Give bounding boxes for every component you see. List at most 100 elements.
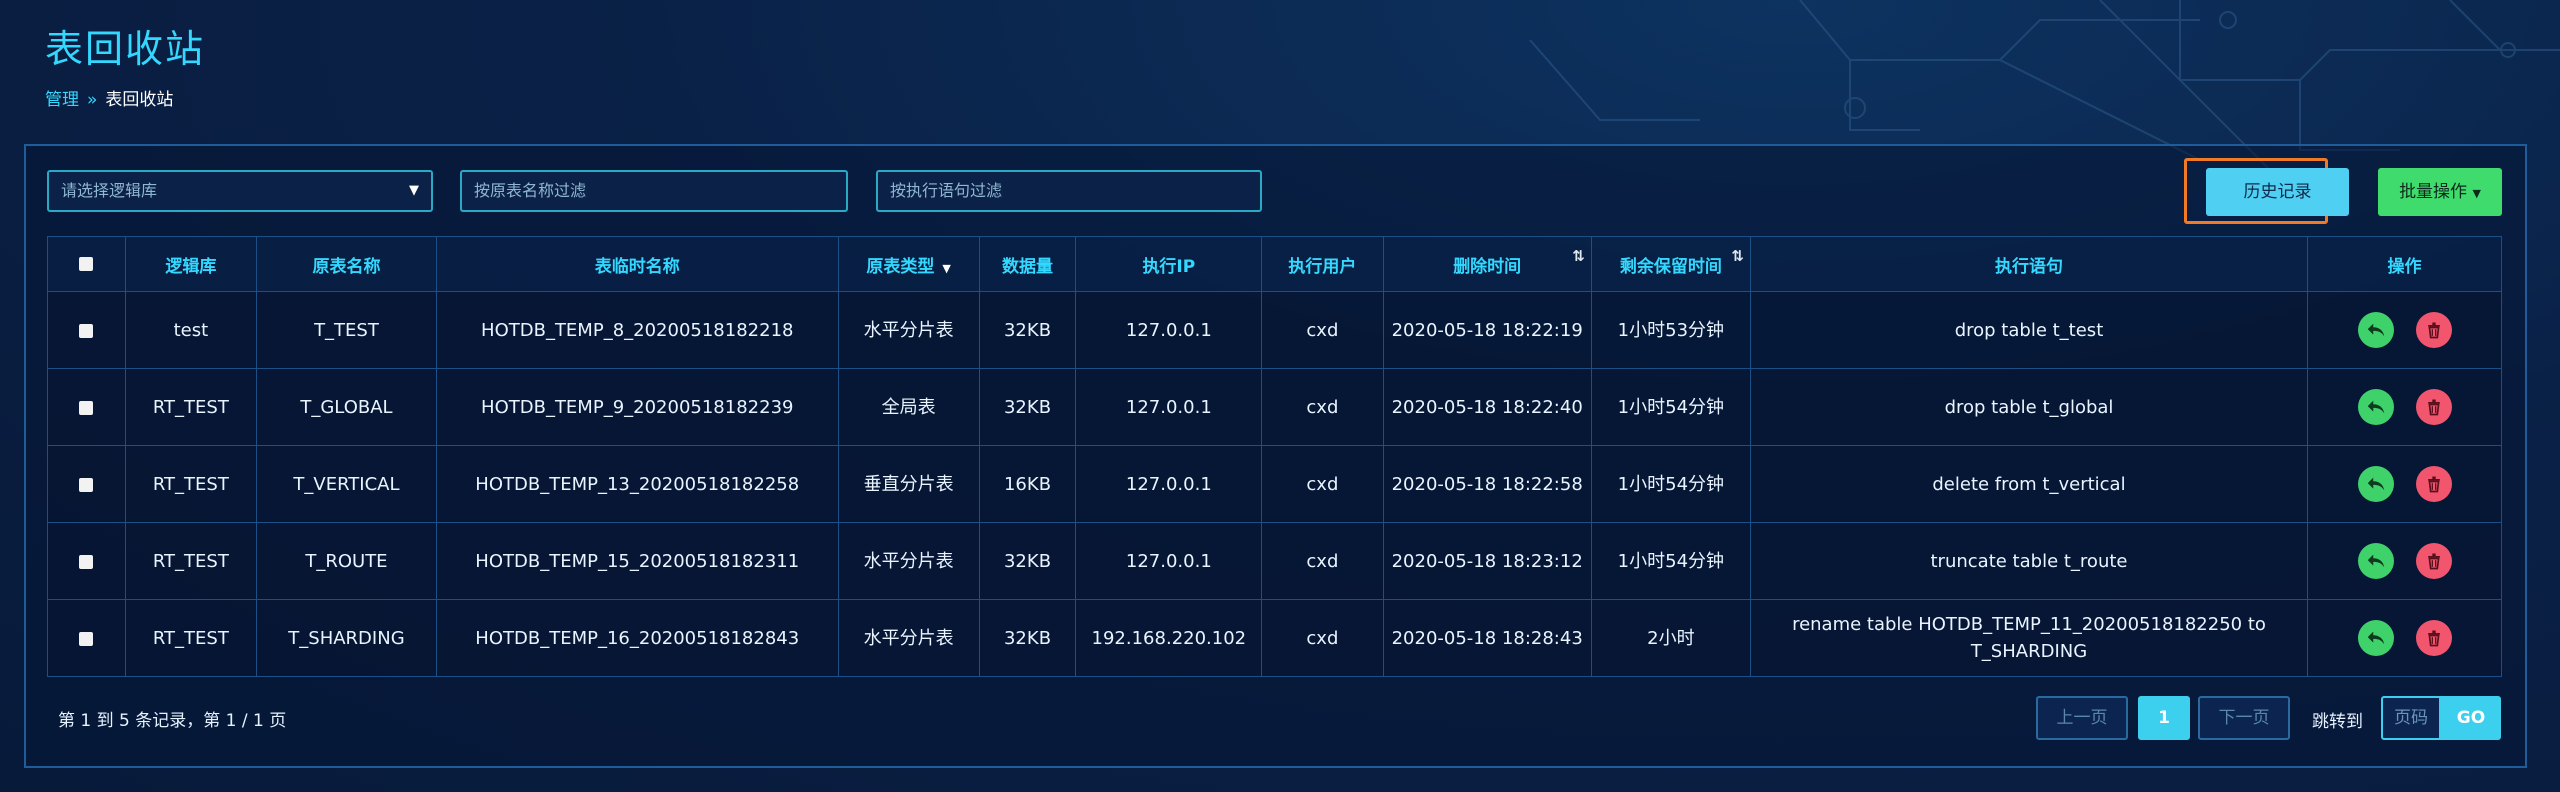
cell-orig-table: T_SHARDING	[256, 599, 437, 677]
delete-button[interactable]	[2415, 466, 2452, 502]
cell-remaining-time: 1小时54分钟	[1590, 522, 1751, 600]
table-row: RT_TEST T_GLOBAL HOTDB_TEMP_9_202005181822…	[47, 368, 2502, 446]
next-page-button[interactable]: 下一页	[2198, 696, 2290, 740]
cell-exec-ip: 127.0.0.1	[1075, 522, 1263, 600]
header-statement: 执行语句	[1749, 236, 2309, 292]
cell-exec-ip: 127.0.0.1	[1075, 291, 1263, 369]
cell-actions	[2307, 445, 2502, 523]
table-name-filter-input[interactable]: 按原表名称过滤	[460, 170, 848, 212]
delete-button[interactable]	[2415, 620, 2452, 656]
go-button[interactable]: GO	[2441, 696, 2501, 740]
row-checkbox[interactable]	[79, 323, 94, 338]
page-1-button[interactable]: 1	[2138, 696, 2190, 740]
chevron-down-icon: ▼	[409, 183, 419, 198]
cell-select[interactable]	[47, 599, 126, 677]
undo-icon	[2367, 323, 2384, 337]
cell-statement: truncate table t_route	[1749, 522, 2309, 600]
cell-select[interactable]	[47, 368, 126, 446]
statement-filter-placeholder: 按执行语句过滤	[890, 181, 1003, 200]
cell-select[interactable]	[47, 291, 126, 369]
delete-button[interactable]	[2415, 312, 2452, 348]
cell-select[interactable]	[47, 445, 126, 523]
cell-orig-table: T_ROUTE	[256, 522, 437, 600]
restore-button[interactable]	[2357, 466, 2394, 502]
header-table-type-label: 原表类型	[866, 256, 935, 277]
cell-temp-name: HOTDB_TEMP_15_20200518182311	[435, 522, 839, 600]
header-remaining-time-label: 剩余保留时间	[1619, 256, 1722, 277]
cell-table-type: 全局表	[837, 368, 980, 446]
caret-down-icon: ▼	[2472, 187, 2481, 200]
table-name-filter-placeholder: 按原表名称过滤	[474, 181, 587, 200]
row-checkbox[interactable]	[79, 554, 94, 569]
cell-select[interactable]	[47, 522, 126, 600]
cell-orig-table: T_GLOBAL	[256, 368, 437, 446]
cell-orig-table: T_VERTICAL	[256, 445, 437, 523]
statement-filter-input[interactable]: 按执行语句过滤	[876, 170, 1262, 212]
cell-exec-ip: 127.0.0.1	[1075, 368, 1263, 446]
table-header-row: 逻辑库 原表名称 表临时名称 原表类型 ▼ 数据量 执行IP 执行用户 删除时间 ⇅…	[47, 236, 2502, 292]
recycle-table: 逻辑库 原表名称 表临时名称 原表类型 ▼ 数据量 执行IP 执行用户 删除时间 ⇅…	[47, 236, 2502, 677]
table-row: RT_TEST T_VERTICAL HOTDB_TEMP_13_202005181…	[47, 445, 2502, 523]
row-checkbox[interactable]	[79, 400, 94, 415]
delete-button[interactable]	[2415, 389, 2452, 425]
undo-icon	[2367, 400, 2384, 414]
history-button[interactable]: 历史记录	[2206, 168, 2349, 216]
delete-button[interactable]	[2415, 543, 2452, 579]
row-checkbox[interactable]	[79, 477, 94, 492]
cell-logic-db: RT_TEST	[124, 522, 258, 600]
cell-statement: drop table t_test	[1749, 291, 2309, 369]
jump-to-label: 跳转到	[2312, 712, 2363, 732]
cell-statement: drop table t_global	[1749, 368, 2309, 446]
restore-button[interactable]	[2357, 312, 2394, 348]
cell-exec-user: cxd	[1261, 291, 1384, 369]
restore-button[interactable]	[2357, 389, 2394, 425]
cell-temp-name: HOTDB_TEMP_8_20200518182218	[435, 291, 839, 369]
cell-data-size: 32KB	[978, 291, 1077, 369]
cell-exec-ip: 192.168.220.102	[1075, 599, 1263, 677]
select-all-checkbox[interactable]	[79, 257, 94, 271]
cell-logic-db: RT_TEST	[124, 368, 258, 446]
cell-actions	[2307, 368, 2502, 446]
header-data-size: 数据量	[978, 236, 1077, 292]
cell-remaining-time: 1小时54分钟	[1590, 445, 1751, 523]
cell-delete-time: 2020-05-18 18:23:12	[1382, 522, 1592, 600]
cell-temp-name: HOTDB_TEMP_13_20200518182258	[435, 445, 839, 523]
logic-db-placeholder: 请选择逻辑库	[61, 181, 158, 200]
cell-actions	[2307, 291, 2502, 369]
cell-delete-time: 2020-05-18 18:22:19	[1382, 291, 1592, 369]
restore-button[interactable]	[2357, 620, 2394, 656]
batch-operation-button[interactable]: 批量操作 ▼	[2378, 168, 2502, 216]
row-checkbox[interactable]	[79, 631, 94, 646]
cell-orig-table: T_TEST	[256, 291, 437, 369]
batch-operation-label: 批量操作	[2399, 182, 2468, 202]
sort-icon[interactable]: ⇅	[1731, 247, 1744, 265]
header-select-all[interactable]	[47, 236, 126, 292]
page-number-input[interactable]: 页码	[2381, 696, 2441, 740]
header-remaining-time[interactable]: 剩余保留时间 ⇅	[1590, 236, 1751, 292]
trash-icon	[2427, 399, 2440, 416]
cell-exec-ip: 127.0.0.1	[1075, 445, 1263, 523]
logic-db-select[interactable]: 请选择逻辑库 ▼	[47, 170, 433, 212]
cell-table-type: 水平分片表	[837, 599, 980, 677]
cell-data-size: 16KB	[978, 445, 1077, 523]
cell-delete-time: 2020-05-18 18:28:43	[1382, 599, 1592, 677]
sort-icon[interactable]: ⇅	[1572, 247, 1585, 265]
record-summary: 第 1 到 5 条记录，第 1 / 1 页	[58, 711, 287, 731]
cell-temp-name: HOTDB_TEMP_16_20200518182843	[435, 599, 839, 677]
header-table-type[interactable]: 原表类型 ▼	[837, 236, 980, 292]
header-exec-user: 执行用户	[1261, 236, 1384, 292]
restore-button[interactable]	[2357, 543, 2394, 579]
cell-exec-user: cxd	[1261, 522, 1384, 600]
undo-icon	[2367, 631, 2384, 645]
breadcrumb-separator: »	[87, 90, 98, 110]
table-row: test T_TEST HOTDB_TEMP_8_20200518182218 水平分…	[47, 291, 2502, 369]
table-row: RT_TEST T_SHARDING HOTDB_TEMP_16_202005181…	[47, 599, 2502, 677]
header-delete-time[interactable]: 删除时间 ⇅	[1382, 236, 1592, 292]
prev-page-button[interactable]: 上一页	[2036, 696, 2128, 740]
cell-remaining-time: 1小时54分钟	[1590, 368, 1751, 446]
caret-down-icon[interactable]: ▼	[942, 262, 950, 275]
breadcrumb-link-manage[interactable]: 管理	[45, 90, 79, 110]
header-exec-ip: 执行IP	[1075, 236, 1263, 292]
trash-icon	[2427, 322, 2440, 339]
table-row: RT_TEST T_ROUTE HOTDB_TEMP_15_202005181823…	[47, 522, 2502, 600]
